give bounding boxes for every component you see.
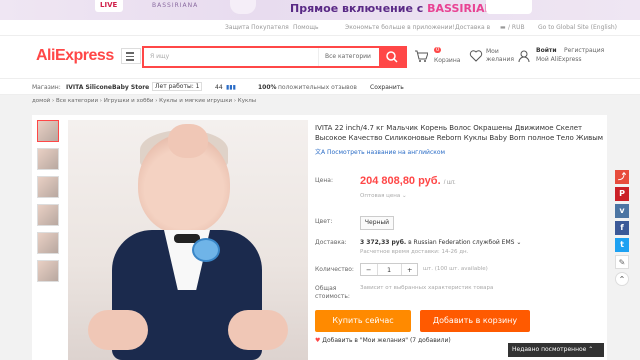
search-category-label: Все категории [325,53,371,60]
shipping-label: Доставка: [315,239,347,246]
quantity-available: шт. (100 шт. available) [423,266,488,272]
shipping-destination: в Russian Federation службой EMS [408,239,515,246]
app-link[interactable]: Экономьте больше в приложении! [345,24,455,31]
thumbnail-list [37,120,63,288]
banner-cta[interactable] [486,0,532,14]
total-value: Зависит от выбранных характеристик товар… [360,285,494,291]
wishlist-line2[interactable]: желания [486,56,514,63]
color-option-black[interactable]: Черный [360,216,394,230]
add-to-cart-button[interactable]: Добавить в корзину [420,310,530,332]
banner-promo-text: Прямое включение с BASSIRIANA [290,2,502,15]
doll-leg [88,310,148,350]
quantity-plus-button[interactable]: + [407,266,412,274]
recently-viewed-label: Недавно посмотренное [512,346,587,353]
currency-link[interactable]: / RUB [508,24,525,31]
doll-leg [228,310,288,350]
price-label: Цена: [315,177,333,184]
store-rating: 44 [215,84,223,91]
total-label-line2: стоимость: [315,293,350,300]
wholesale-label: Оптовая цена [360,193,401,199]
shipping-info[interactable]: 3 372,33 руб. в Russian Federation служб… [360,239,521,246]
buyer-protection-link[interactable]: Защита Покупателя [225,24,289,31]
feedback-percent: 100% [258,84,277,91]
facebook-icon[interactable]: f [615,221,629,235]
breadcrumb[interactable]: домой › Все категории › Игрушки и хобби … [32,98,256,104]
price-unit: / шт. [443,180,456,186]
top-bar: Защита Покупателя Помощь Экономьте больш… [0,20,640,36]
product-panel: IVITA 22 inch/4.7 кг Мальчик Корень Воло… [32,115,607,360]
price-amount: 204 808,80 руб. [360,175,441,187]
search-icon [386,51,398,63]
live-badge: LIVE [95,0,123,12]
translate-icon: 文A [315,149,328,156]
store-medal-icon: ▮▮▮ [226,84,236,91]
flag-icon[interactable]: ▬ [500,24,506,31]
save-store-link[interactable]: Сохранить [370,84,404,91]
product-title: IVITA 22 inch/4.7 кг Мальчик Корень Воло… [315,124,604,142]
search-input[interactable]: Я ищу [150,53,169,60]
store-name[interactable]: IVITA SiliconeBaby Store [66,84,149,91]
cart-icon[interactable] [414,49,428,63]
banner-brand: BASSIRIANA [152,2,199,9]
chevron-up-icon: ⌃ [588,346,594,353]
add-wishlist-link[interactable]: ♥ Добавить в "Мои желания" (7 добавили) [315,337,451,344]
store-bar: Магазин: IVITA SiliconeBaby Store Лет ра… [0,78,640,95]
quantity-minus-button[interactable]: − [366,266,371,274]
recently-viewed-bar[interactable]: Недавно посмотренное ⌃ [508,343,604,357]
login-link[interactable]: Войти [536,47,557,54]
thumbnail[interactable] [37,232,59,254]
product-info: IVITA 22 inch/4.7 кг Мальчик Корень Воло… [315,123,605,156]
search-button[interactable] [379,48,405,66]
delivery-time: Расчетное время доставки: 14-26 дн. [360,249,469,255]
promo-prefix: Прямое включение с [290,2,428,15]
store-label: Магазин: [32,84,61,91]
edit-icon[interactable]: ✎ [615,255,629,269]
pinterest-icon[interactable]: P [615,187,629,201]
thumbnail[interactable] [37,204,59,226]
wishlist-line1[interactable]: Мои [486,48,499,55]
help-link[interactable]: Помощь [293,24,319,31]
cart-label[interactable]: Корзина [434,57,460,64]
search-box: Я ищу Все категории [142,46,407,68]
chevron-up-icon[interactable]: ⌃ [615,272,629,286]
translate-link[interactable]: 文A Посмотреть название на английском [315,147,605,156]
thumbnail[interactable] [37,176,59,198]
feedback-label: положительных отзывов [278,84,357,91]
header: AliExpress Я ищу Все категории 0 Корзина… [0,36,640,78]
wholesale-link[interactable]: Оптовая цена ⌄ [360,193,407,199]
doll-hand [168,124,208,158]
user-icon[interactable] [517,49,531,63]
banner-shoe-image [230,0,256,14]
aliexpress-logo[interactable]: AliExpress [36,47,114,65]
color-label: Цвет: [315,218,333,225]
shipping-price: 3 372,33 руб. [360,239,407,246]
buy-now-button[interactable]: Купить сейчас [315,310,411,332]
add-wishlist-label: Добавить в "Мои желания" (7 добавили) [322,337,451,344]
quantity-stepper[interactable]: − 1 + [360,263,418,276]
doll-pacifier [192,238,220,262]
live-label: LIVE [100,1,118,9]
heart-icon[interactable] [469,49,483,63]
thumbnail[interactable] [37,120,59,142]
translate-label: Посмотреть название на английском [327,149,446,156]
thumbnail[interactable] [37,148,59,170]
my-aliexpress-link[interactable]: Мой AliExpress [536,56,582,63]
twitter-icon[interactable]: t [615,238,629,252]
global-site-link[interactable]: Go to Global Site (English) [538,24,617,31]
product-main-image[interactable] [68,120,308,360]
ship-to-link[interactable]: Доставка в [455,24,490,31]
store-years: Лет работы: 1 [152,82,203,91]
price-value: 204 808,80 руб. / шт. [360,175,456,187]
search-category-select[interactable]: Все категории [318,48,380,66]
category-menu-button[interactable] [121,48,141,64]
quantity-label: Количество: [315,266,354,273]
total-label-line1: Общая [315,285,337,292]
promo-banner[interactable]: LIVE BASSIRIANA Прямое включение с BASSI… [0,0,640,20]
quantity-value[interactable]: 1 [387,266,391,274]
vk-icon[interactable]: v [615,204,629,218]
register-link[interactable]: Регистрация [564,47,604,54]
share-icon[interactable]: ⤴ [615,170,629,184]
cart-count-badge: 0 [434,47,442,53]
thumbnail[interactable] [37,260,59,282]
